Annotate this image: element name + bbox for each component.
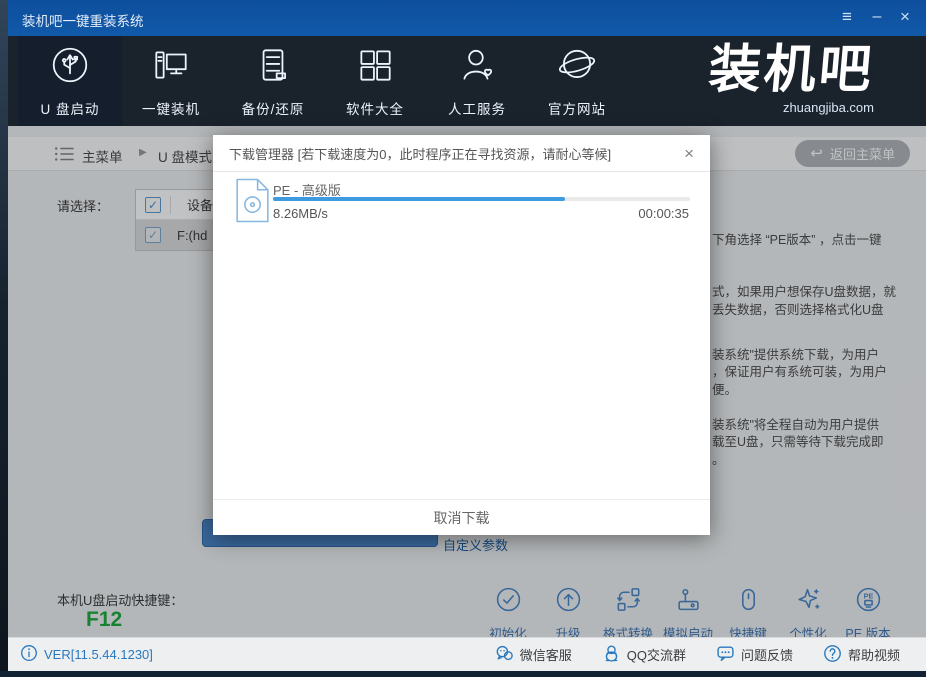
- disc-file-icon: [234, 178, 271, 228]
- status-links: 微信客服 QQ交流群 问题反馈 帮助视频: [495, 644, 900, 666]
- dialog-header: 下载管理器 [若下载速度为0，此时程序正在寻找资源，请耐心等候] ×: [213, 135, 710, 172]
- download-elapsed-time: 00:00:35: [638, 206, 689, 221]
- dialog-title: 下载管理器 [若下载速度为0，此时程序正在寻找资源，请耐心等候]: [229, 144, 611, 163]
- main-nav: U 盘启动 一键装机 备份/还原 软件大全 人工服务: [8, 36, 926, 126]
- help-question-icon: [823, 644, 842, 666]
- nav-item-backup-restore[interactable]: 备份/还原: [221, 36, 325, 126]
- nav-item-label: 软件大全: [346, 98, 404, 118]
- official-site-globe-icon: [556, 44, 598, 91]
- status-link-label: 问题反馈: [741, 645, 793, 664]
- backup-restore-icon: [252, 44, 294, 91]
- wechat-icon: [495, 644, 514, 666]
- close-icon[interactable]: ×: [890, 0, 920, 36]
- app-window: 装机吧一键重装系统 ≡ – × U 盘启动 一键装机 备份/还原: [0, 0, 926, 677]
- brand-logo: 装机吧 zhuangjiba.com: [709, 40, 874, 115]
- qq-group-link[interactable]: QQ交流群: [602, 644, 686, 666]
- cancel-download-button[interactable]: 取消下载: [434, 508, 490, 528]
- nav-item-label: 人工服务: [448, 98, 506, 118]
- nav-item-software-collection[interactable]: 软件大全: [323, 36, 427, 126]
- menu-icon[interactable]: ≡: [832, 0, 862, 36]
- download-manager-dialog: 下载管理器 [若下载速度为0，此时程序正在寻找资源，请耐心等候] × PE - …: [213, 135, 710, 535]
- computer-icon: [150, 44, 192, 91]
- nav-item-label: 备份/还原: [242, 98, 305, 118]
- dialog-close-icon[interactable]: ×: [684, 145, 694, 162]
- nav-item-human-service[interactable]: 人工服务: [425, 36, 529, 126]
- status-bar: VER[11.5.44.1230] 微信客服 QQ交流群 问题反馈: [8, 637, 926, 671]
- support-person-icon: [456, 44, 498, 91]
- download-progress-bar: [273, 197, 690, 201]
- qq-icon: [602, 644, 621, 666]
- taskbar-edge: [0, 671, 926, 677]
- nav-item-usb-boot[interactable]: U 盘启动: [18, 36, 122, 126]
- download-progress-fill: [273, 197, 565, 201]
- feedback-link[interactable]: 问题反馈: [716, 644, 793, 666]
- info-icon: [20, 644, 38, 665]
- nav-item-one-key-install[interactable]: 一键装机: [119, 36, 223, 126]
- status-link-label: 微信客服: [520, 645, 572, 664]
- brand-domain: zhuangjiba.com: [709, 100, 874, 115]
- download-speed: 8.26MB/s: [273, 206, 328, 221]
- version-info: VER[11.5.44.1230]: [20, 644, 153, 665]
- version-text: VER[11.5.44.1230]: [44, 647, 153, 662]
- help-video-link[interactable]: 帮助视频: [823, 644, 900, 666]
- dialog-footer: 取消下载: [213, 499, 710, 535]
- status-link-label: 帮助视频: [848, 645, 900, 664]
- window-title: 装机吧一键重装系统: [22, 10, 144, 30]
- status-link-label: QQ交流群: [627, 645, 686, 664]
- wechat-support-link[interactable]: 微信客服: [495, 644, 572, 666]
- nav-item-label: 官方网站: [548, 98, 606, 118]
- minimize-icon[interactable]: –: [862, 0, 892, 36]
- titlebar: 装机吧一键重装系统 ≡ – ×: [8, 0, 926, 36]
- nav-item-official-site[interactable]: 官方网站: [525, 36, 629, 126]
- nav-item-label: 一键装机: [142, 98, 200, 118]
- usb-icon: [49, 44, 91, 91]
- apps-grid-icon: [354, 44, 396, 91]
- brand-logo-text: 装机吧: [706, 40, 876, 100]
- feedback-bubble-icon: [716, 644, 735, 666]
- desktop-background-edge: [0, 0, 8, 677]
- nav-item-label: U 盘启动: [41, 98, 100, 118]
